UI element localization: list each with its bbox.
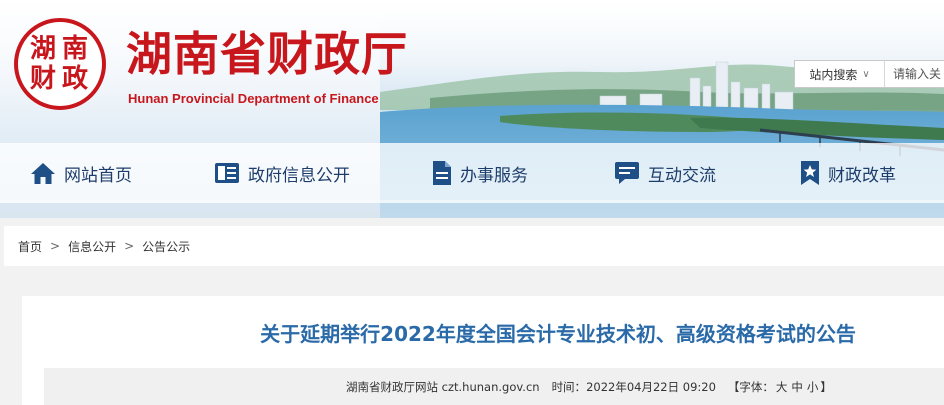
nav-item-services[interactable]: 办事服务 xyxy=(432,143,528,203)
breadcrumb-home[interactable]: 首页 xyxy=(18,238,42,255)
article-title: 关于延期举行2022年度全国会计专业技术初、高级资格考试的公告 xyxy=(260,322,856,346)
breadcrumb-info-disclosure[interactable]: 信息公开 xyxy=(68,238,116,255)
font-size-large[interactable]: 大 xyxy=(776,379,788,395)
site-search: 站内搜索 ∨ xyxy=(794,60,944,88)
nav-label: 政府信息公开 xyxy=(248,165,350,186)
font-size-medium[interactable]: 中 xyxy=(791,379,803,395)
bookmark-star-icon xyxy=(800,160,820,186)
article-panel: 关于延期举行2022年度全国会计专业技术初、高级资格考试的公告 湖南省财政厅网站… xyxy=(22,296,944,405)
breadcrumb-separator: > xyxy=(50,239,61,253)
nav-label: 网站首页 xyxy=(64,165,132,186)
font-size-prefix: 【字体： xyxy=(727,379,774,394)
chevron-down-icon: ∨ xyxy=(862,68,870,80)
site-title: 湖南省财政厅 xyxy=(126,27,408,81)
department-seal-logo[interactable]: 湖 南 财 政 xyxy=(14,18,106,110)
seal-char: 政 xyxy=(62,64,89,94)
font-size-small[interactable]: 小 xyxy=(807,379,819,395)
breadcrumb: 首页 > 信息公开 > 公告公示 xyxy=(4,226,944,266)
nav-item-finance-reform[interactable]: 财政改革 xyxy=(800,143,896,203)
font-size-suffix: 】 xyxy=(820,379,832,394)
chat-icon xyxy=(614,161,640,185)
nav-item-interaction[interactable]: 互动交流 xyxy=(614,143,716,203)
newspaper-icon xyxy=(214,162,240,184)
nav-item-gov-info[interactable]: 政府信息公开 xyxy=(214,143,350,203)
nav-label: 办事服务 xyxy=(460,165,528,186)
search-scope-label: 站内搜索 xyxy=(809,67,858,82)
main-nav: 网站首页 政府信息公开 办事服务 互动交流 财政改革 xyxy=(0,143,944,203)
nav-label: 财政改革 xyxy=(828,165,896,186)
site-subtitle: Hunan Provincial Department of Finance xyxy=(128,91,379,106)
seal-char: 财 xyxy=(30,64,57,94)
publish-time-value: 2022年04月22日 09:20 xyxy=(586,379,716,394)
article-meta: 湖南省财政厅网站 czt.hunan.gov.cn 时间： 2022年04月22… xyxy=(44,368,944,405)
document-icon xyxy=(432,160,452,186)
nav-label: 互动交流 xyxy=(648,165,716,186)
article-source: 湖南省财政厅网站 czt.hunan.gov.cn xyxy=(346,379,540,394)
search-scope-dropdown[interactable]: 站内搜索 ∨ xyxy=(795,61,885,87)
site-header: 湖 南 财 政 湖南省财政厅 Hunan Provincial Departme… xyxy=(0,0,944,218)
breadcrumb-announcements[interactable]: 公告公示 xyxy=(142,238,190,255)
search-input[interactable] xyxy=(885,62,944,86)
seal-char: 湖 xyxy=(30,34,57,64)
nav-item-home[interactable]: 网站首页 xyxy=(30,143,132,203)
seal-char: 南 xyxy=(62,34,89,64)
publish-time-label: 时间： xyxy=(551,379,587,394)
breadcrumb-separator: > xyxy=(124,239,135,253)
home-icon xyxy=(30,161,56,185)
